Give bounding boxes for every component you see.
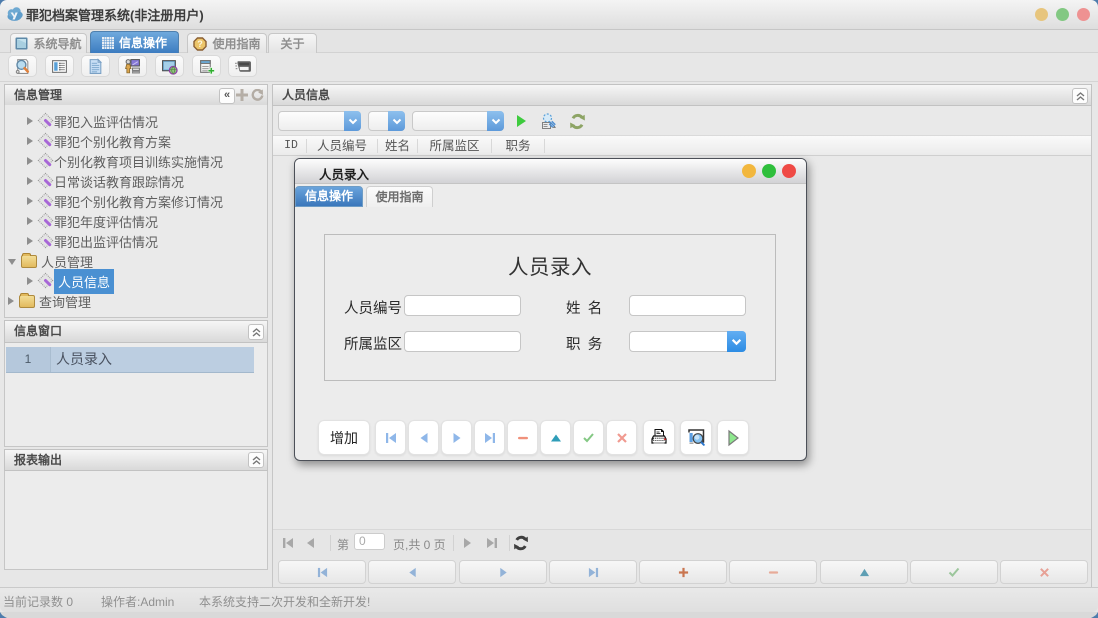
svg-text:?: ?	[198, 39, 204, 49]
